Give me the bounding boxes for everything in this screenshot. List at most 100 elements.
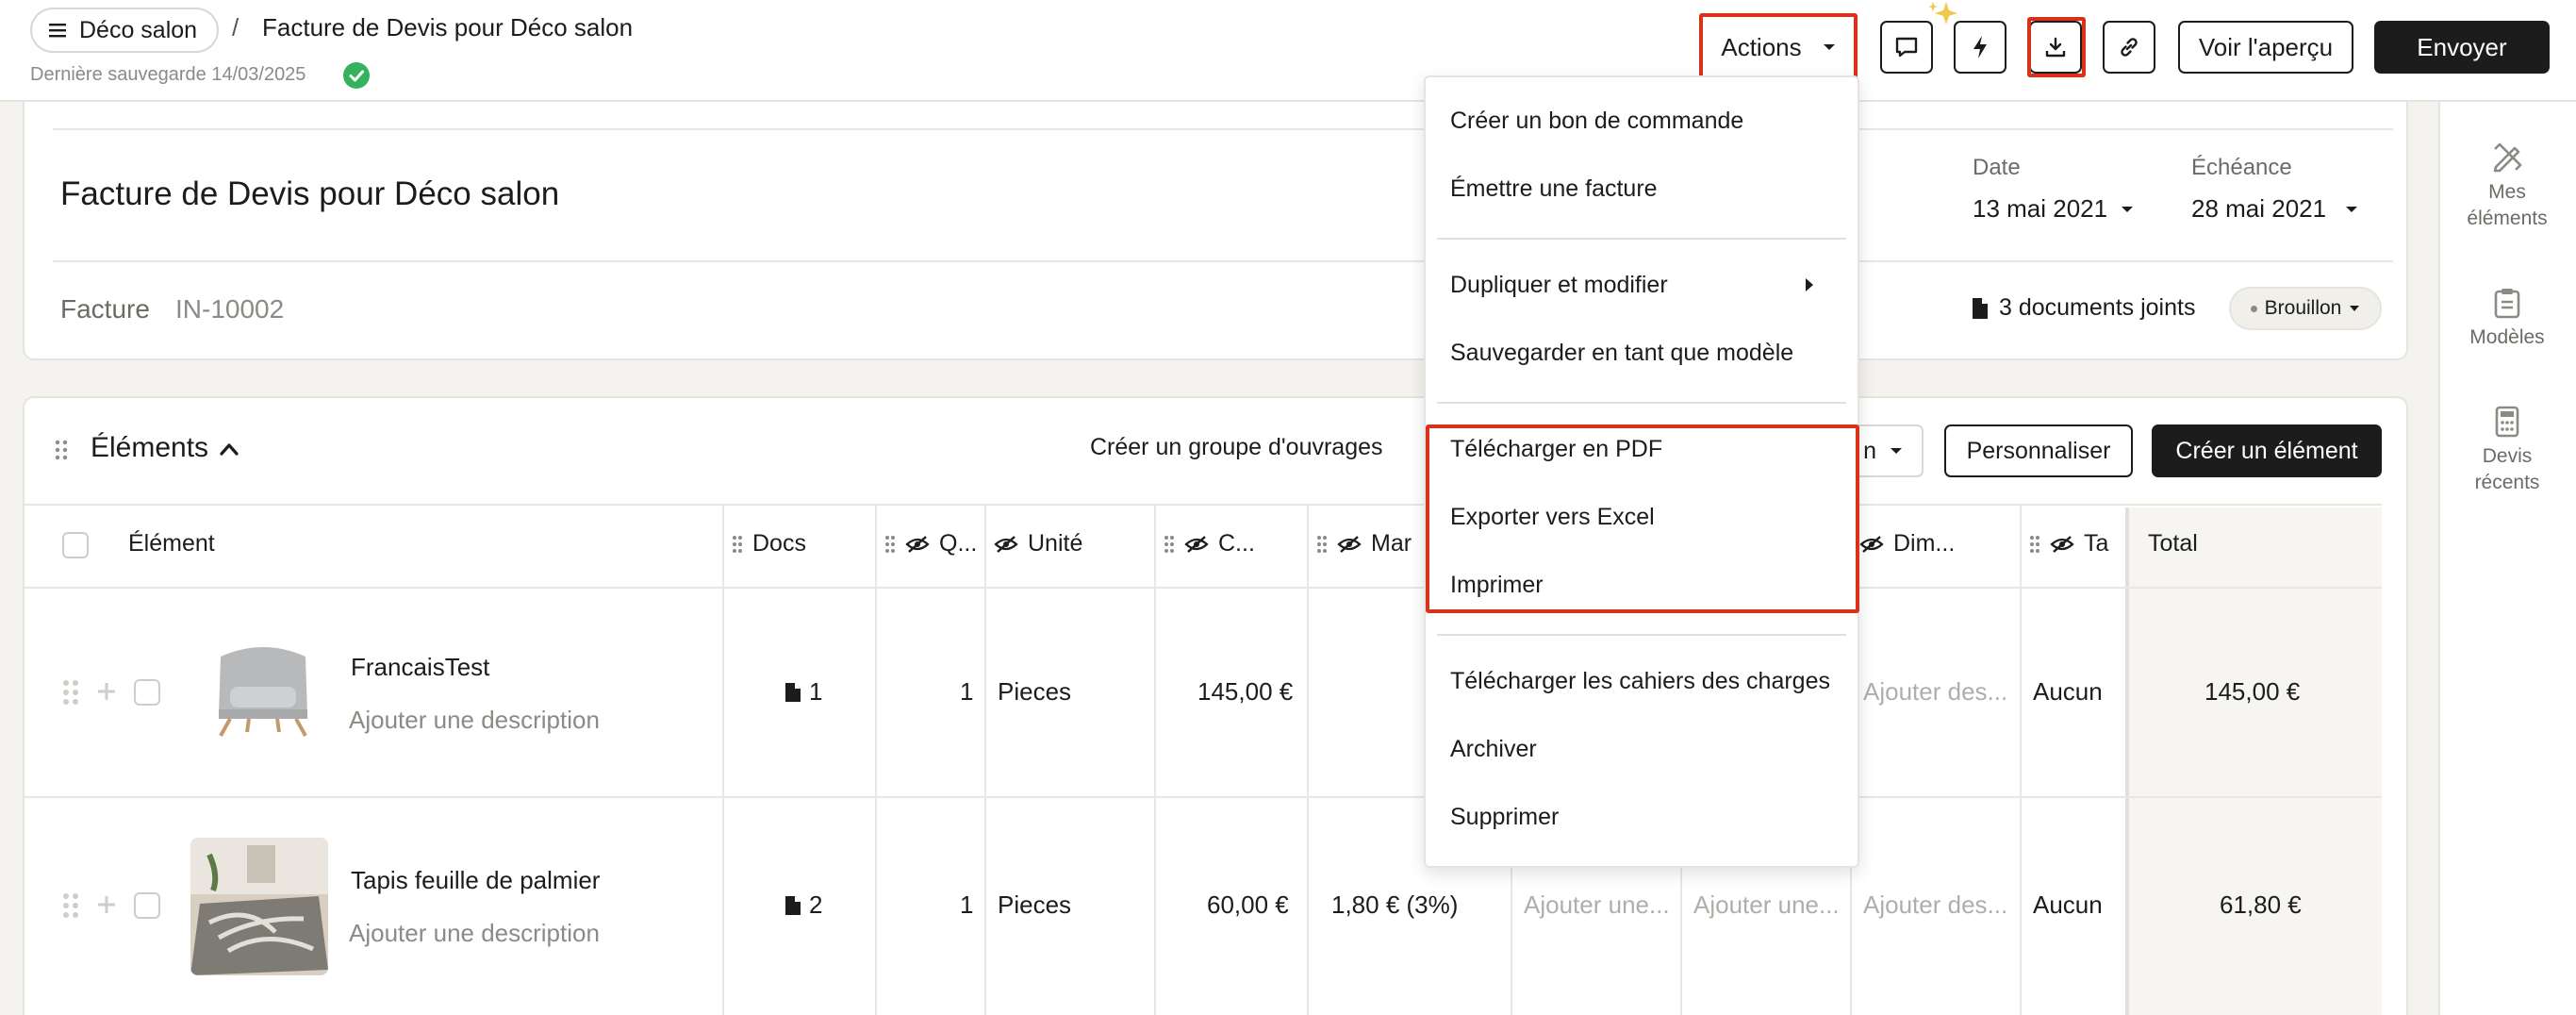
drag-grip-icon xyxy=(1164,535,1175,554)
menu-item-download-specs[interactable]: Télécharger les cahiers des charges xyxy=(1450,668,1830,695)
row-docs[interactable]: 2 xyxy=(784,890,822,920)
row-qty[interactable]: 1 xyxy=(960,677,973,707)
create-group-button[interactable]: Créer un groupe d'ouvrages xyxy=(1090,434,1383,461)
row-field-b[interactable]: Ajouter une... xyxy=(1693,890,1840,920)
caret-down-icon xyxy=(2121,205,2134,214)
row-unit[interactable]: Pieces xyxy=(998,677,1071,707)
view-filter-label: n xyxy=(1863,437,1876,464)
drag-grip-icon xyxy=(732,535,743,554)
row-total: 145,00 € xyxy=(2204,677,2301,706)
menu-item-duplicate-edit[interactable]: Dupliquer et modifier xyxy=(1450,272,1668,299)
customize-button[interactable]: Personnaliser xyxy=(1944,424,2133,477)
divider xyxy=(1154,506,1156,1015)
row-description[interactable]: Ajouter une description xyxy=(349,919,600,948)
row-dim[interactable]: Ajouter des... xyxy=(1863,890,2007,920)
column-header-total[interactable]: Total xyxy=(2148,530,2198,557)
row-tax[interactable]: Aucun xyxy=(2033,890,2103,920)
drag-grip-icon xyxy=(884,535,896,554)
caret-down-icon xyxy=(2349,305,2360,312)
row-description[interactable]: Ajouter une description xyxy=(349,706,600,735)
project-name: Déco salon xyxy=(79,16,198,43)
document-title[interactable]: Facture de Devis pour Déco salon xyxy=(60,175,559,213)
document-type: Facture xyxy=(60,294,150,324)
check-icon xyxy=(343,62,370,89)
automation-button[interactable] xyxy=(1954,21,2006,74)
rail-modeles-label: Modèles xyxy=(2469,326,2545,348)
page-title: Facture de Devis pour Déco salon xyxy=(262,13,634,42)
drag-grip-icon xyxy=(2029,535,2040,554)
total-column-bg xyxy=(2125,508,2382,1015)
menu-divider xyxy=(1437,402,1846,404)
date-picker[interactable]: 13 mai 2021 xyxy=(1973,194,2134,224)
row-name[interactable]: Tapis feuille de palmier xyxy=(351,866,600,895)
divider xyxy=(25,587,2382,589)
row-checkbox[interactable] xyxy=(134,679,160,706)
menu-item-archive[interactable]: Archiver xyxy=(1450,736,1537,763)
row-margin[interactable]: 1,80 € (3%) xyxy=(1331,890,1458,920)
share-link-button[interactable] xyxy=(2103,21,2155,74)
comment-button[interactable] xyxy=(1880,21,1933,74)
menu-item-issue-invoice[interactable]: Émettre une facture xyxy=(1450,175,1658,203)
row-qty[interactable]: 1 xyxy=(960,890,973,920)
rail-mes-elements-label: Mes éléments xyxy=(2467,181,2548,229)
attachments-count: 3 documents joints xyxy=(1999,294,2196,321)
plus-icon[interactable] xyxy=(96,894,117,915)
highlight-box-download xyxy=(2027,17,2086,77)
preview-button[interactable]: Voir l'aperçu xyxy=(2178,21,2353,74)
column-header-docs[interactable]: Docs xyxy=(732,530,806,557)
column-label: C... xyxy=(1218,530,1255,557)
row-field-a[interactable]: Ajouter une... xyxy=(1524,890,1670,920)
plus-icon[interactable] xyxy=(96,681,117,702)
attachments-link[interactable]: 3 documents joints xyxy=(1971,294,2195,322)
drag-grip-icon[interactable] xyxy=(55,440,68,460)
document-icon xyxy=(784,682,801,703)
column-header-cost[interactable]: C... xyxy=(1164,530,1255,557)
rail-devis-recents[interactable]: Devis récents xyxy=(2438,406,2576,496)
row-drag-handle[interactable] xyxy=(62,892,79,919)
column-header-unit[interactable]: Unité xyxy=(994,530,1082,557)
project-menu-button[interactable]: Déco salon xyxy=(30,8,219,53)
divider xyxy=(25,796,2382,798)
eye-off-icon xyxy=(1337,535,1362,554)
sparkle-icon xyxy=(1927,0,1961,28)
divider xyxy=(984,506,986,1015)
menu-item-delete[interactable]: Supprimer xyxy=(1450,804,1559,831)
menu-item-save-template[interactable]: Sauvegarder en tant que modèle xyxy=(1450,340,1793,367)
clipboard-icon xyxy=(2438,287,2576,319)
rail-mes-elements[interactable]: Mes éléments xyxy=(2438,141,2576,232)
status-badge[interactable]: Brouillon xyxy=(2229,287,2382,330)
row-drag-handle[interactable] xyxy=(62,679,79,706)
create-element-button[interactable]: Créer un élément xyxy=(2152,424,2382,477)
due-date-picker[interactable]: 28 mai 2021 xyxy=(2191,194,2358,224)
row-cost[interactable]: 60,00 € xyxy=(1207,890,1289,920)
hamburger-icon xyxy=(49,23,68,38)
right-rail xyxy=(2438,102,2576,1015)
column-label: Élément xyxy=(128,530,215,557)
column-header-element[interactable]: Élément xyxy=(128,530,215,557)
row-name[interactable]: FrancaisTest xyxy=(351,653,489,682)
document-number[interactable]: IN-10002 xyxy=(175,294,284,324)
eye-off-icon xyxy=(905,535,930,554)
column-label: Docs xyxy=(752,530,806,557)
rail-modeles[interactable]: Modèles xyxy=(2438,287,2576,351)
divider xyxy=(722,506,724,1015)
chevron-up-icon[interactable] xyxy=(219,441,239,457)
row-tax[interactable]: Aucun xyxy=(2033,677,2103,707)
row-checkbox[interactable] xyxy=(134,892,160,919)
send-button[interactable]: Envoyer xyxy=(2374,21,2550,74)
select-all-checkbox[interactable] xyxy=(62,532,89,558)
eye-off-icon xyxy=(1859,535,1884,554)
column-header-tax[interactable]: Ta xyxy=(2029,530,2108,557)
column-header-margin[interactable]: Mar xyxy=(1316,530,1412,557)
menu-item-create-purchase-order[interactable]: Créer un bon de commande xyxy=(1450,108,1743,135)
caret-down-icon xyxy=(1890,446,1903,456)
row-dim[interactable]: Ajouter des... xyxy=(1863,677,2007,707)
column-header-qty[interactable]: Q... xyxy=(884,530,977,557)
column-label: Mar xyxy=(1371,530,1412,557)
row-cost[interactable]: 145,00 € xyxy=(1197,677,1293,707)
row-unit[interactable]: Pieces xyxy=(998,890,1071,920)
row-docs[interactable]: 1 xyxy=(784,677,822,707)
column-header-dim[interactable]: Dim... xyxy=(1859,530,1955,557)
status-label: Brouillon xyxy=(2264,297,2342,319)
last-saved-text: Dernière sauvegarde 14/03/2025 xyxy=(30,64,306,85)
